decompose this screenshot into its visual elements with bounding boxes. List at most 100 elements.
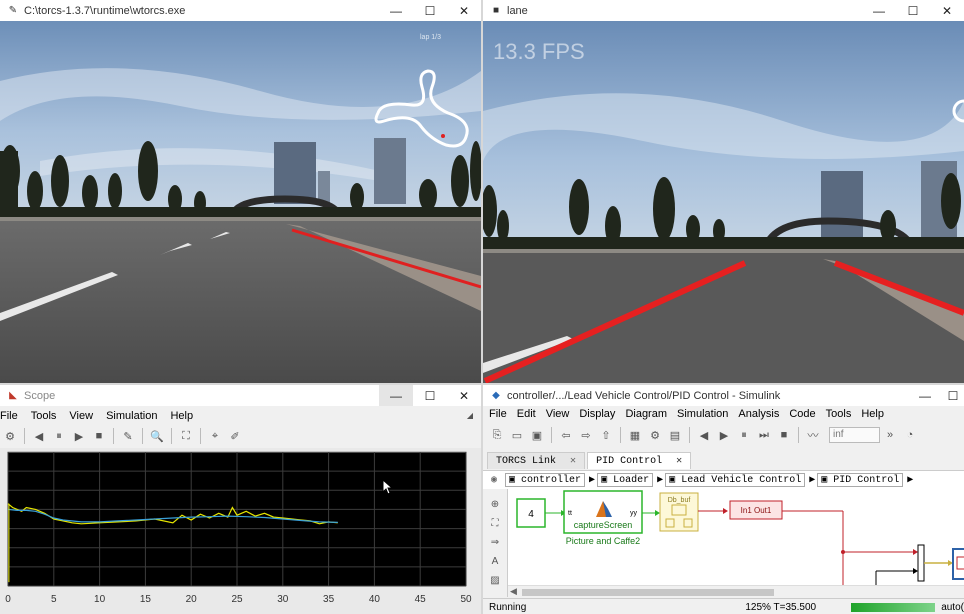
grid-icon[interactable]: ▤ xyxy=(667,427,683,443)
torcs-titlebar[interactable]: ✎ C:\torcs-1.3.7\runtime\wtorcs.exe — ☐ … xyxy=(0,0,481,21)
scope-block[interactable] xyxy=(952,548,964,580)
stop-icon[interactable]: ■ xyxy=(776,427,792,443)
minimize-icon[interactable]: — xyxy=(379,0,413,21)
menu-tools[interactable]: Tools xyxy=(826,408,852,420)
simulink-window: ◆ controller/.../Lead Vehicle Control/PI… xyxy=(483,385,964,614)
breadcrumb-item[interactable]: ▣ Lead Vehicle Control xyxy=(665,473,806,487)
menu-help[interactable]: Help xyxy=(861,408,884,420)
canvas-scrollbar[interactable]: ◀ xyxy=(508,585,964,598)
minimize-icon[interactable]: — xyxy=(908,385,942,406)
mouse-cursor-icon xyxy=(382,479,394,495)
progress-bar xyxy=(851,602,936,612)
menu-view[interactable]: View xyxy=(69,410,93,422)
x-tick-label: 10 xyxy=(94,594,106,605)
step-back-icon[interactable]: ◀ xyxy=(31,428,47,444)
scrollbar-thumb[interactable] xyxy=(522,589,774,596)
minimize-icon[interactable]: — xyxy=(862,0,896,21)
cursor-measure-icon[interactable]: ⌖ xyxy=(207,428,223,444)
breadcrumb-item[interactable]: ▣ PID Control xyxy=(817,473,904,487)
new-model-icon[interactable]: ⎘ xyxy=(489,427,505,443)
torcs-game-view[interactable]: lap 1/3 xyxy=(0,21,481,383)
menu-analysis[interactable]: Analysis xyxy=(738,408,779,420)
mux-block[interactable] xyxy=(917,544,925,582)
arrow-icon[interactable]: ⇒ xyxy=(491,537,499,548)
config-icon[interactable]: ⚙ xyxy=(647,427,663,443)
image-icon[interactable]: ▨ xyxy=(490,575,499,586)
torcs-app-icon: ✎ xyxy=(8,5,18,16)
run-icon[interactable]: ▶ xyxy=(716,427,732,443)
tab-pid-control[interactable]: PID Control ✕ xyxy=(587,452,692,469)
maximize-icon[interactable]: ☐ xyxy=(413,385,447,406)
settings-icon[interactable]: ⚙ xyxy=(2,428,18,444)
maximize-icon[interactable]: ☐ xyxy=(942,385,964,406)
up-icon[interactable]: ⇧ xyxy=(598,427,614,443)
close-icon[interactable]: ✕ xyxy=(447,0,481,21)
scope-expand-icon[interactable]: ◢ xyxy=(467,411,473,420)
maximize-icon[interactable]: ☐ xyxy=(413,0,447,21)
menu-code[interactable]: Code xyxy=(789,408,815,420)
menu-diagram[interactable]: Diagram xyxy=(625,408,667,420)
pause-icon[interactable]: ⏸ xyxy=(736,427,752,443)
simulink-menubar: File Edit View Display Diagram Simulatio… xyxy=(483,405,964,423)
data-inspector-icon[interactable]: 〰 xyxy=(805,427,821,443)
menu-help[interactable]: Help xyxy=(170,410,193,422)
step-forward-icon[interactable]: ⏭ xyxy=(756,427,772,443)
lane-titlebar[interactable]: ■ lane — ☐ ✕ xyxy=(483,0,964,21)
pause-icon[interactable]: ⏸ xyxy=(51,428,67,444)
scope-plot-area[interactable]: 0 5 10 15 20 25 30 35 40 45 50 xyxy=(0,448,481,614)
scope-title: Scope xyxy=(24,389,56,402)
svg-text:yy: yy xyxy=(630,510,638,517)
highlight-icon[interactable]: ✎ xyxy=(120,428,136,444)
constant-value: 4 xyxy=(528,509,534,520)
menu-file[interactable]: File xyxy=(489,408,507,420)
x-tick-label: 25 xyxy=(231,594,243,605)
zoom-icon[interactable]: 🔍 xyxy=(149,428,165,444)
lane-title: lane xyxy=(507,4,528,17)
lane-window: ■ lane — ☐ ✕ 13.3 FPS xyxy=(483,0,964,383)
scroll-left-icon[interactable]: ◀ xyxy=(510,586,517,597)
zoom-in-icon[interactable]: ⊕ xyxy=(491,499,499,510)
open-icon[interactable]: ▭ xyxy=(509,427,525,443)
library-icon[interactable]: ▦ xyxy=(627,427,643,443)
forward-icon[interactable]: ⇨ xyxy=(578,427,594,443)
minimize-icon[interactable]: — xyxy=(379,385,413,406)
menu-view[interactable]: View xyxy=(546,408,570,420)
style-icon[interactable]: ✐ xyxy=(227,428,243,444)
menu-display[interactable]: Display xyxy=(579,408,615,420)
menu-simulation[interactable]: Simulation xyxy=(677,408,728,420)
chevron-right-icon: ▶ xyxy=(589,475,596,486)
x-tick-label: 35 xyxy=(323,594,335,605)
model-advisor-icon[interactable]: ◔ xyxy=(902,427,918,443)
stop-time-input[interactable]: inf xyxy=(829,427,880,443)
save-icon[interactable]: ▣ xyxy=(529,427,545,443)
menu-edit[interactable]: Edit xyxy=(517,408,536,420)
close-tab-icon[interactable]: ✕ xyxy=(676,456,682,467)
breadcrumb-item[interactable]: ▣ controller xyxy=(505,473,586,487)
model-canvas[interactable]: 4 tt yy captureScreen Picture and Caffe2… xyxy=(508,489,964,585)
close-tab-icon[interactable]: ✕ xyxy=(570,456,576,467)
svg-text:Db_buf: Db_buf xyxy=(668,497,691,504)
close-icon[interactable]: ✕ xyxy=(930,0,964,21)
stop-icon[interactable]: ■ xyxy=(91,428,107,444)
x-tick-label: 0 xyxy=(5,594,11,605)
menu-tools[interactable]: Tools xyxy=(31,410,57,422)
more-icon[interactable]: » xyxy=(882,427,898,443)
annotation-icon[interactable]: A xyxy=(492,556,499,567)
chevron-right-icon: ▶ xyxy=(809,475,816,486)
fit-icon[interactable]: ⛶ xyxy=(178,428,194,444)
scope-toolbar: ⚙ ◀ ⏸ ▶ ■ ✎ 🔍 ⛶ ⌖ ✐ xyxy=(0,424,481,448)
scope-titlebar[interactable]: ◣ Scope — ☐ ✕ xyxy=(0,385,481,406)
maximize-icon[interactable]: ☐ xyxy=(896,0,930,21)
back-icon[interactable]: ⇦ xyxy=(558,427,574,443)
menu-file[interactable]: File xyxy=(0,410,18,422)
step-back-icon[interactable]: ◀ xyxy=(696,427,712,443)
lane-detection-view: 13.3 FPS xyxy=(483,21,964,383)
fit-view-icon[interactable]: ⛶ xyxy=(492,518,499,529)
tab-torcs-link[interactable]: TORCS Link ✕ xyxy=(487,452,586,469)
breadcrumb-item[interactable]: ▣ Loader xyxy=(597,473,654,487)
simulink-titlebar[interactable]: ◆ controller/.../Lead Vehicle Control/PI… xyxy=(483,385,964,406)
close-icon[interactable]: ✕ xyxy=(447,385,481,406)
hide-explorer-icon[interactable]: ◉ xyxy=(483,474,505,486)
menu-simulation[interactable]: Simulation xyxy=(106,410,157,422)
step-forward-icon[interactable]: ▶ xyxy=(71,428,87,444)
